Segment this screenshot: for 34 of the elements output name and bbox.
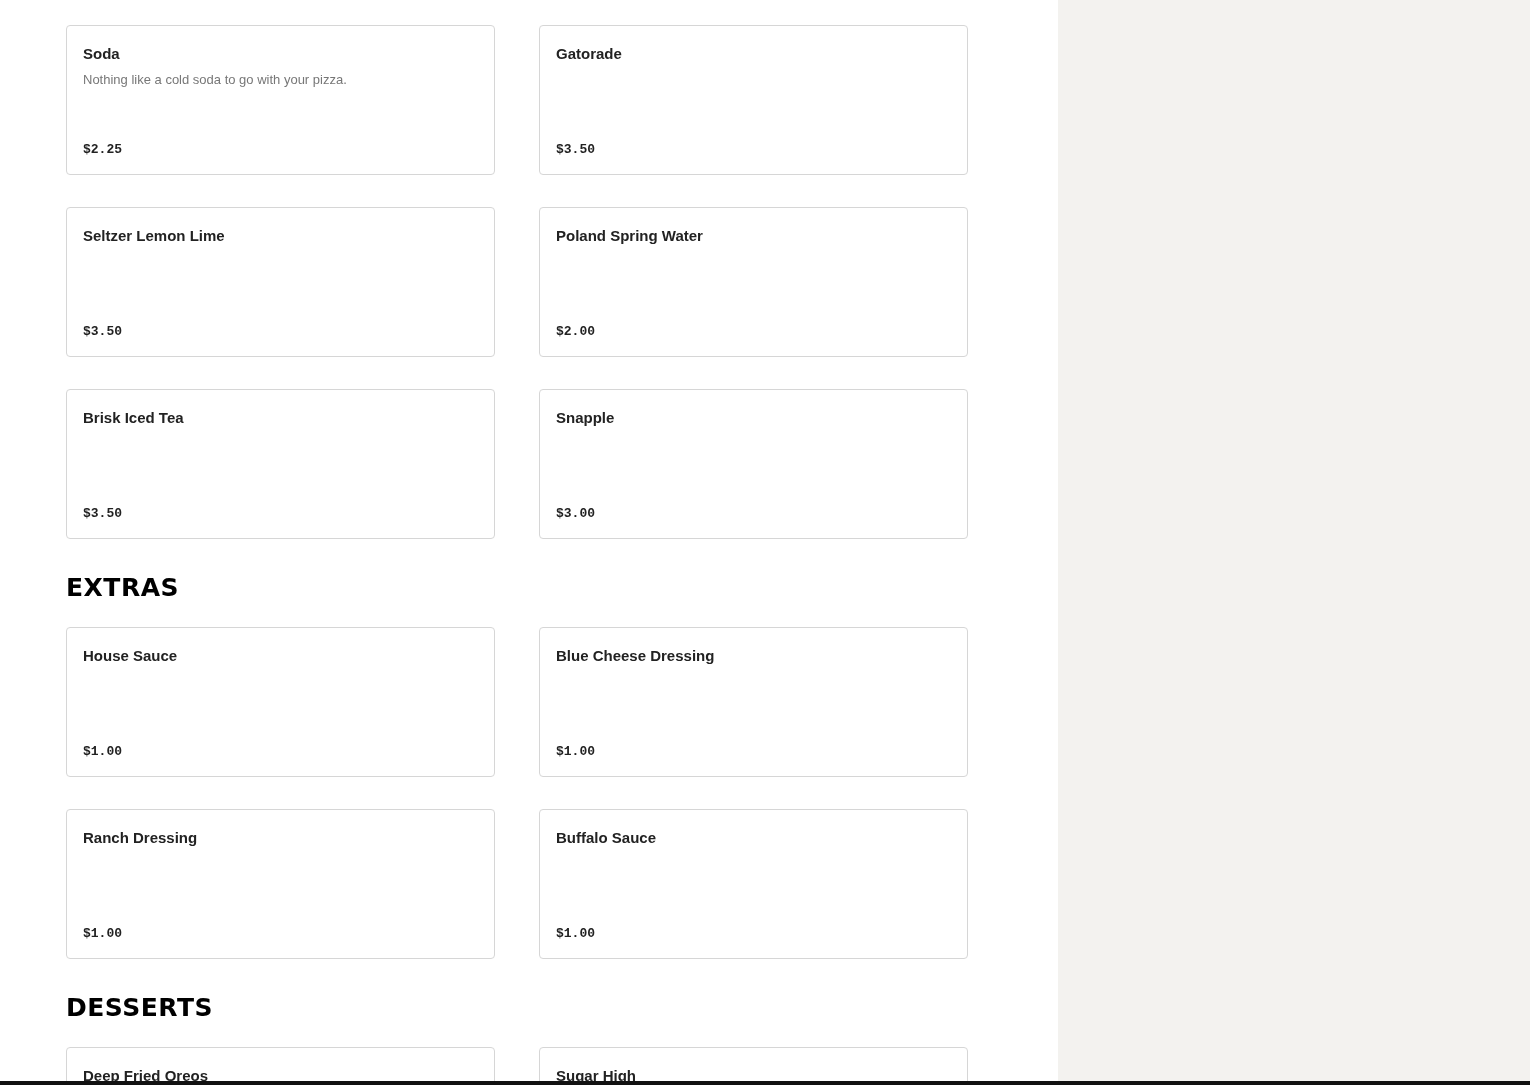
item-price: $1.00 bbox=[556, 744, 596, 759]
item-name: Brisk Iced Tea bbox=[83, 409, 185, 427]
menu-item-card[interactable]: Poland Spring Water $2.00 bbox=[539, 207, 968, 357]
menu-item-card[interactable]: Seltzer Lemon Lime $3.50 bbox=[66, 207, 495, 357]
menu-item-card[interactable]: Buffalo Sauce $1.00 bbox=[539, 809, 968, 959]
item-name: House Sauce bbox=[83, 647, 179, 665]
item-name: Deep Fried Oreos bbox=[83, 1067, 210, 1085]
menu-item-card[interactable]: Brisk Iced Tea $3.50 bbox=[66, 389, 495, 539]
menu-item-card[interactable]: Gatorade $3.50 bbox=[539, 25, 968, 175]
item-description: Nothing like a cold soda to go with your pizza. bbox=[83, 71, 348, 89]
menu-item-card[interactable]: Ranch Dressing $1.00 bbox=[66, 809, 495, 959]
item-name: Buffalo Sauce bbox=[556, 829, 658, 847]
item-price: $3.50 bbox=[556, 142, 596, 157]
item-price: $3.00 bbox=[556, 506, 596, 521]
item-price: $1.00 bbox=[83, 744, 123, 759]
menu-item-card[interactable]: Soda Nothing like a cold soda to go with your pizza. $2.25 bbox=[66, 25, 495, 175]
item-price: $2.25 bbox=[83, 142, 123, 157]
item-price: $3.50 bbox=[83, 324, 123, 339]
menu-item-card[interactable]: Blue Cheese Dressing $1.00 bbox=[539, 627, 968, 777]
item-price: $2.00 bbox=[556, 324, 596, 339]
menu-item-card[interactable]: Snapple $3.00 bbox=[539, 389, 968, 539]
item-name: Snapple bbox=[556, 409, 616, 427]
item-name: Soda bbox=[83, 45, 121, 63]
item-price: $1.00 bbox=[83, 926, 123, 941]
item-price: $3.50 bbox=[83, 506, 123, 521]
item-name: Seltzer Lemon Lime bbox=[83, 227, 226, 245]
section-heading: EXTRAS bbox=[66, 573, 180, 603]
item-name: Gatorade bbox=[556, 45, 623, 63]
item-name: Blue Cheese Dressing bbox=[556, 647, 716, 665]
item-name: Ranch Dressing bbox=[83, 829, 199, 847]
menu-item-card[interactable]: House Sauce $1.00 bbox=[66, 627, 495, 777]
item-price: $1.00 bbox=[556, 926, 596, 941]
section-heading: DESSERTS bbox=[66, 993, 214, 1023]
item-name: Poland Spring Water bbox=[556, 227, 704, 245]
